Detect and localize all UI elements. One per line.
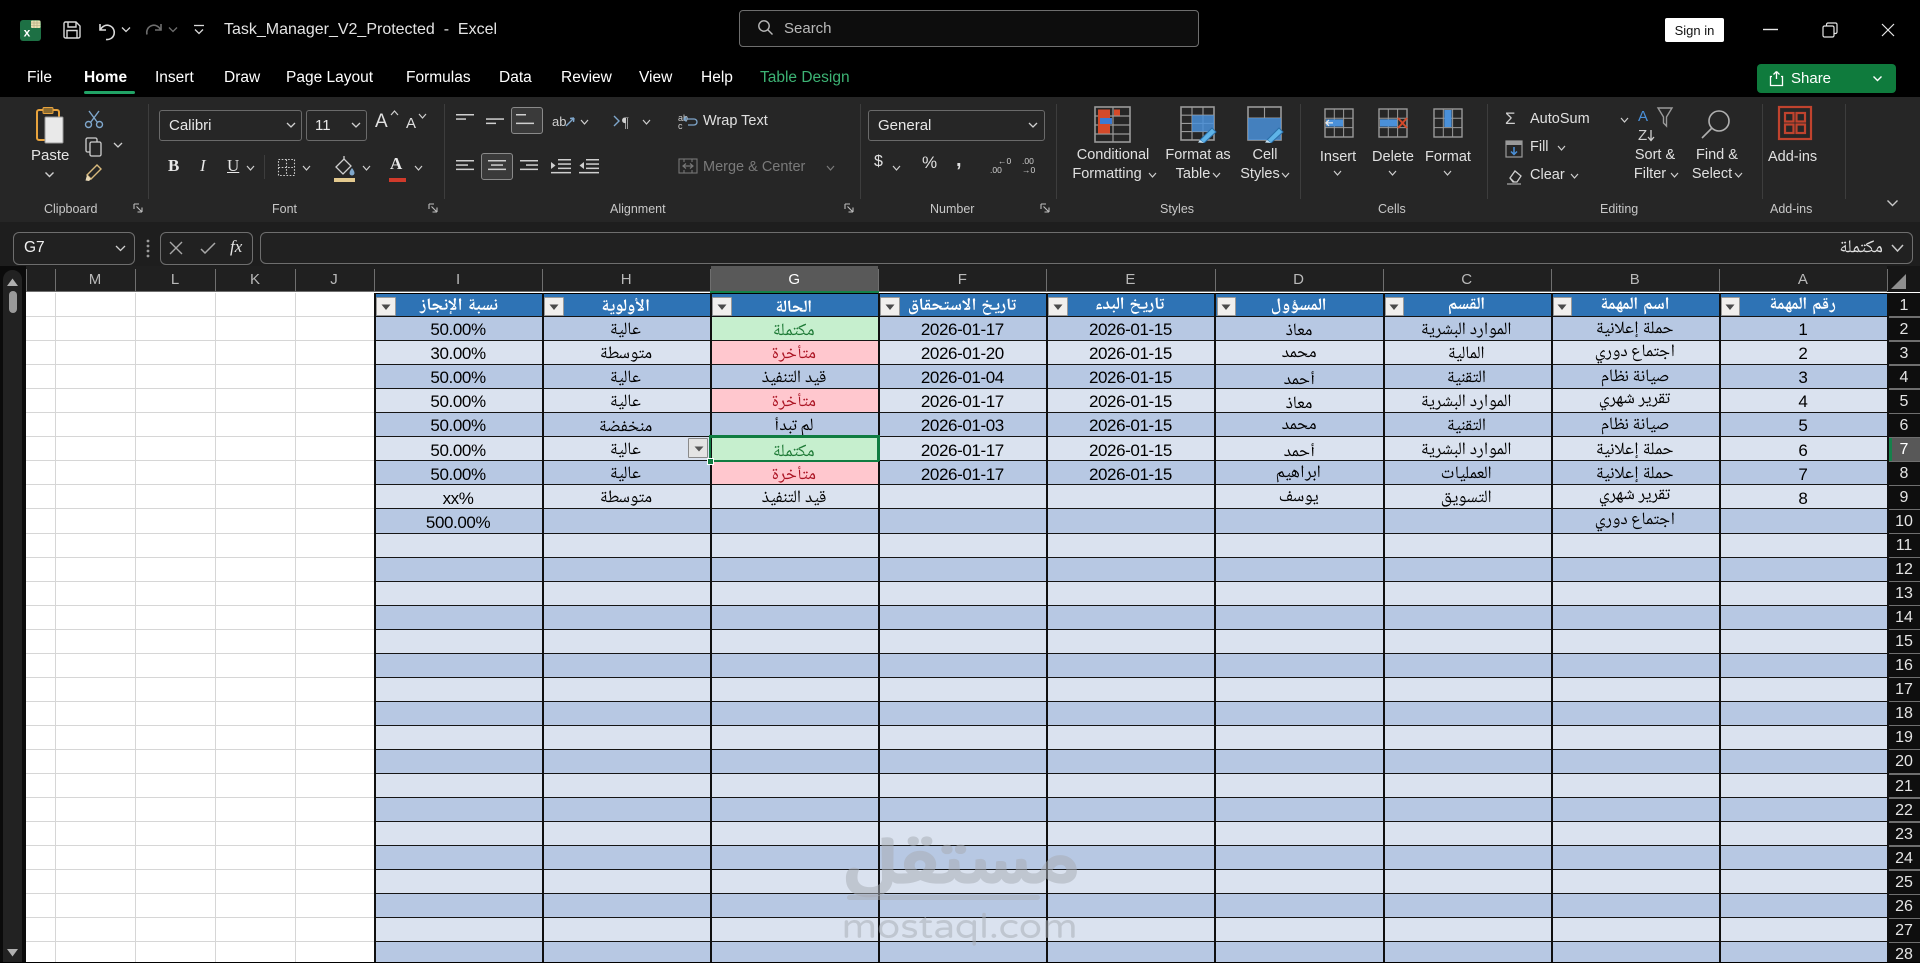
svg-text:x: x <box>24 26 31 40</box>
svg-text:¶: ¶ <box>622 115 629 130</box>
svg-text:.00: .00 <box>990 165 1002 175</box>
svg-text:→0: →0 <box>1022 165 1036 175</box>
svg-text:ab: ab <box>552 114 566 129</box>
svg-text:A: A <box>1638 108 1648 125</box>
svg-text:c: c <box>678 121 683 130</box>
svg-text:Z: Z <box>1638 127 1647 144</box>
